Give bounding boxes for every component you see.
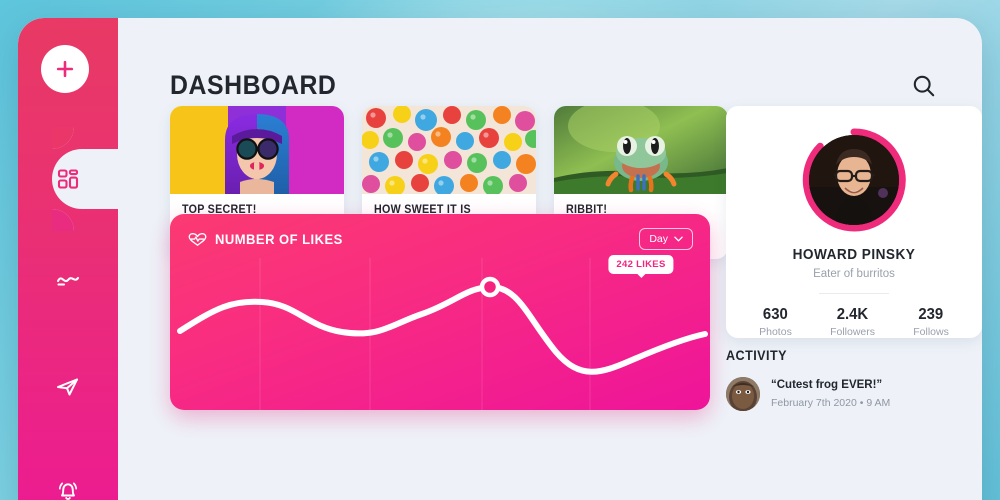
profile-divider [819, 293, 889, 294]
stat-value: 239 [918, 306, 944, 323]
grid-dashboard-icon [57, 169, 79, 189]
sidebar-item-messages[interactable] [18, 354, 118, 420]
chart-highlight-point [479, 276, 501, 298]
main-content: DASHBOARD TOP SECRET! HOW SWEET IT IS RI… [118, 18, 982, 500]
stat-value: 2.4K [836, 306, 869, 323]
sidebar-nav [18, 127, 152, 500]
activity-item[interactable]: “Cutest frog EVER!” February 7th 2020 • … [726, 377, 982, 411]
app-window: DASHBOARD TOP SECRET! HOW SWEET IT IS RI… [18, 18, 982, 500]
paper-plane-icon [57, 378, 78, 396]
stat-followers: 2.4K Followers [830, 306, 875, 338]
stat-value: 630 [763, 306, 788, 323]
activity-section: ACTIVITY “Cutest frog EVER!” February 7t… [726, 348, 982, 411]
activity-text: “Cutest frog EVER!” February 7th 2020 • … [771, 378, 890, 410]
notch-top [52, 127, 74, 149]
nav-spacer-2 [18, 316, 118, 354]
activity-title: ACTIVITY [726, 348, 787, 363]
page-title: DASHBOARD [170, 70, 337, 100]
activity-quote: “Cutest frog EVER!” [771, 379, 883, 392]
chart-title: NUMBER OF LIKES [215, 231, 343, 247]
stat-label: Photos [759, 326, 792, 338]
activity-avatar [726, 377, 760, 411]
stat-photos: 630 Photos [759, 306, 792, 338]
chart-range-label: Day [649, 233, 668, 245]
search-icon [913, 75, 935, 97]
sidebar [18, 18, 152, 500]
plus-icon [56, 60, 74, 78]
chart-line [177, 283, 708, 375]
post-thumbnail-frog [554, 106, 728, 194]
chart-range-select[interactable]: Day [639, 228, 693, 250]
stat-follows: 239 Follows [913, 306, 949, 338]
sidebar-item-dashboard[interactable] [18, 127, 152, 231]
add-new-button[interactable] [41, 45, 89, 93]
sidebar-item-analytics[interactable] [18, 250, 118, 316]
activity-time: February 7th 2020 • 9 AM [771, 396, 891, 409]
stat-label: Followers [830, 326, 876, 338]
heartbeat-pulse-icon [188, 232, 207, 246]
sidebar-item-notifications[interactable] [18, 458, 118, 500]
chevron-down-icon [674, 236, 683, 242]
post-thumbnail-top-secret [170, 106, 344, 194]
profile-avatar [809, 135, 899, 225]
chart-header: NUMBER OF LIKES [188, 231, 352, 247]
profile-name: HOWARD PINSKY [792, 247, 916, 263]
profile-bio: Eater of burritos [813, 268, 895, 280]
nav-spacer-3 [18, 420, 118, 458]
post-thumbnail-candy [362, 106, 536, 194]
stat-label: Follows [913, 326, 949, 338]
analytics-zigzag-icon [56, 276, 80, 286]
avatar-ring [802, 128, 906, 232]
chart-tooltip: 242 LIKES [608, 255, 674, 274]
search-button[interactable] [908, 70, 940, 102]
profile-card: HOWARD PINSKY Eater of burritos 630 Phot… [726, 106, 982, 338]
likes-chart-card: NUMBER OF LIKES Day 242 LIKES [170, 214, 710, 410]
profile-stats: 630 Photos 2.4K Followers 239 Follows [726, 306, 982, 338]
bell-icon [58, 482, 78, 500]
